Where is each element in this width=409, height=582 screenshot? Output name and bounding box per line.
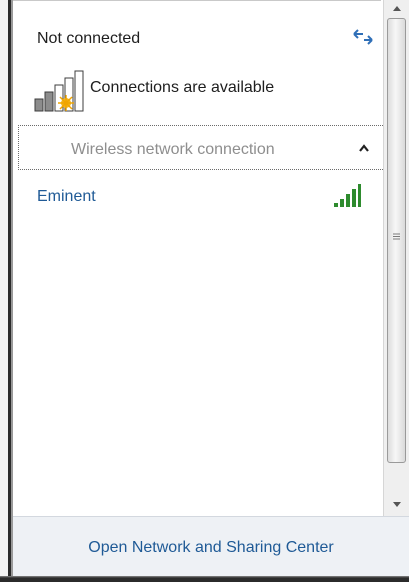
network-available-icon bbox=[34, 70, 84, 112]
wireless-section-label: Wireless network connection bbox=[71, 141, 275, 158]
scrollbar-thumb[interactable] bbox=[387, 18, 406, 463]
wireless-section-header[interactable]: Wireless network connection bbox=[18, 125, 389, 170]
refresh-arrows-icon[interactable] bbox=[352, 28, 374, 46]
window-frame-left bbox=[0, 0, 13, 582]
flyout-footer: Open Network and Sharing Center bbox=[13, 516, 409, 576]
connection-status-title: Not connected bbox=[37, 30, 141, 47]
scroll-down-arrow-icon[interactable] bbox=[384, 496, 409, 514]
network-list-item[interactable]: Eminent bbox=[27, 179, 377, 215]
window-frame-bottom bbox=[0, 576, 409, 582]
chevron-up-icon[interactable] bbox=[357, 142, 371, 154]
open-network-sharing-center-link[interactable]: Open Network and Sharing Center bbox=[13, 539, 409, 557]
connections-available-text: Connections are available bbox=[90, 79, 275, 96]
scroll-up-arrow-icon[interactable] bbox=[384, 0, 409, 16]
grip-icon bbox=[393, 233, 400, 240]
scrollbar[interactable] bbox=[383, 0, 409, 516]
wifi-signal-icon bbox=[334, 184, 361, 207]
network-name: Eminent bbox=[37, 188, 96, 205]
network-flyout: Not connected Connections are available … bbox=[0, 0, 409, 582]
flyout-content: Not connected Connections are available … bbox=[13, 0, 389, 516]
